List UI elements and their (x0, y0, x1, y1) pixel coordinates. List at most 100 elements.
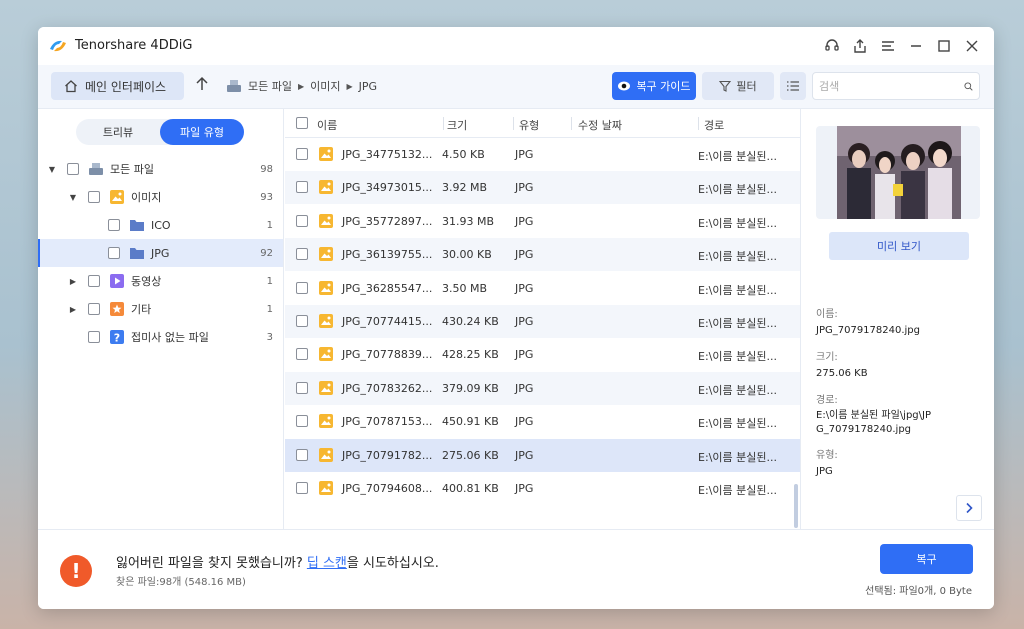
row-checkbox[interactable] (296, 315, 308, 327)
search-icon[interactable] (964, 80, 973, 93)
file-size: 379.09 KB (442, 381, 499, 395)
table-row[interactable]: JPG_70791782... 275.06 KB JPG E:\이름 분실된... (285, 438, 800, 472)
table-row[interactable]: JPG_70778839... 428.25 KB JPG E:\이름 분실된... (285, 338, 800, 371)
next-button[interactable] (956, 495, 982, 521)
tree-item-count: 98 (260, 163, 273, 175)
tree-item-jpg[interactable]: JPG 92 (38, 239, 283, 267)
column-header-size[interactable]: 크기 (447, 117, 467, 133)
row-checkbox[interactable] (296, 181, 308, 194)
deep-scan-link[interactable]: 딥 스캔 (307, 556, 347, 571)
table-row[interactable]: JPG_34973015... 3.92 MB JPG E:\이름 분실된... (285, 171, 800, 205)
tab-tree-view[interactable]: 트리뷰 (76, 119, 160, 145)
column-divider[interactable] (571, 117, 572, 130)
tree-item-ico[interactable]: ICO 1 (38, 211, 283, 239)
breadcrumb: 모든 파일 ▶ 이미지 ▶ JPG (226, 78, 377, 94)
column-header-name[interactable]: 이름 (317, 117, 337, 133)
up-arrow-icon[interactable] (195, 76, 209, 95)
file-type: JPG (515, 281, 534, 295)
preview-button[interactable]: 미리 보기 (829, 232, 969, 260)
recover-button[interactable]: 복구 (880, 544, 973, 574)
checkbox[interactable] (88, 331, 100, 343)
checkbox[interactable] (108, 247, 120, 259)
photo-thumbnail[interactable] (837, 126, 961, 219)
tab-file-type[interactable]: 파일 유형 (160, 119, 244, 145)
recovery-guide-button[interactable]: 복구 가이드 (612, 72, 696, 100)
search-input[interactable] (819, 79, 964, 93)
view-mode-toggle: 트리뷰 파일 유형 (76, 119, 244, 145)
expand-arrow-icon[interactable]: ▶ (68, 305, 78, 314)
support-icon[interactable] (822, 36, 842, 56)
table-row[interactable]: JPG_36285547... 3.50 MB JPG E:\이름 분실된... (285, 272, 800, 305)
tree-item-label: 기타 (131, 303, 152, 316)
list-view-button[interactable] (780, 72, 806, 100)
tree-item-no-extension[interactable]: ? 접미사 없는 파일 3 (38, 323, 283, 351)
row-checkbox[interactable] (296, 348, 308, 361)
minimize-icon[interactable] (906, 36, 926, 56)
table-row[interactable]: JPG_34775132... 4.50 KB JPG E:\이름 분실된... (285, 138, 800, 171)
column-divider[interactable] (698, 117, 699, 130)
collapse-arrow-icon[interactable]: ▼ (68, 193, 78, 202)
table-row[interactable]: JPG_70787153... 450.91 KB JPG E:\이름 분실된... (285, 405, 800, 438)
table-row[interactable]: JPG_70783262... 379.09 KB JPG E:\이름 분실된... (285, 371, 800, 405)
checkbox[interactable] (67, 163, 79, 175)
file-type: JPG (515, 381, 534, 395)
share-icon[interactable] (850, 36, 870, 56)
row-checkbox[interactable] (296, 281, 308, 294)
table-row[interactable]: JPG_70774415... 430.24 KB JPG E:\이름 분실된... (285, 305, 800, 338)
column-header-path[interactable]: 경로 (704, 117, 724, 133)
file-size: 430.24 KB (442, 315, 499, 328)
chevron-right-icon (966, 502, 973, 514)
warning-icon: ! (60, 555, 92, 587)
collapse-arrow-icon[interactable]: ▼ (47, 165, 57, 174)
row-checkbox[interactable] (296, 415, 308, 428)
checkbox[interactable] (88, 191, 100, 203)
row-checkbox[interactable] (296, 381, 308, 394)
app-window: Tenorshare 4DDiG 메인 인터페이스 모든 파일 ▶ 이미지 ▶ … (38, 27, 994, 609)
tree-item-count: 3 (266, 331, 273, 343)
file-size: 428.25 KB (442, 348, 499, 362)
home-button[interactable]: 메인 인터페이스 (51, 72, 184, 100)
file-path: E:\이름 분실된... (698, 450, 777, 464)
row-checkbox[interactable] (296, 482, 308, 494)
close-icon[interactable] (962, 36, 982, 56)
breadcrumb-item[interactable]: 모든 파일 (248, 78, 292, 94)
checkbox[interactable] (88, 303, 100, 315)
column-divider[interactable] (443, 117, 444, 130)
name-value: JPG_7079178240.jpg (816, 325, 921, 336)
tree-item-all-files[interactable]: ▼ 모든 파일 98 (38, 155, 283, 183)
breadcrumb-item[interactable]: JPG (359, 80, 377, 93)
file-name: JPG_36285547... (342, 281, 433, 295)
file-size: 3.50 MB (442, 281, 488, 295)
filter-icon (719, 80, 732, 92)
expand-arrow-icon[interactable]: ▶ (68, 277, 78, 286)
file-path: E:\이름 분실된... (698, 250, 777, 264)
table-row[interactable]: JPG_36139755... 30.00 KB JPG E:\이름 분실된... (285, 238, 800, 272)
row-checkbox[interactable] (296, 448, 308, 461)
maximize-icon[interactable] (934, 36, 954, 56)
file-name: JPG_70778839... (342, 348, 433, 362)
eye-icon (618, 81, 631, 91)
row-checkbox[interactable] (296, 214, 308, 227)
file-name: JPG_35772897... (342, 214, 433, 228)
tree-item-images[interactable]: ▼ 이미지 93 (38, 183, 283, 211)
tree-item-count: 1 (266, 303, 273, 315)
breadcrumb-item[interactable]: 이미지 (310, 78, 340, 94)
table-row[interactable]: JPG_35772897... 31.93 MB JPG E:\이름 분실된... (285, 205, 800, 238)
row-checkbox[interactable] (296, 148, 308, 160)
file-size: 400.81 KB (442, 482, 499, 495)
deep-scan-message: 잃어버린 파일을 찾지 못했습니까? 딥 스캔을 시도하십시오. (116, 552, 439, 571)
column-header-modified[interactable]: 수정 날짜 (578, 117, 622, 133)
select-all-checkbox[interactable] (296, 117, 308, 129)
menu-icon[interactable] (878, 36, 898, 56)
tree-item-video[interactable]: ▶ 동영상 1 (38, 267, 283, 295)
filter-button[interactable]: 필터 (702, 72, 774, 100)
row-checkbox[interactable] (296, 248, 308, 261)
scrollbar[interactable] (794, 484, 798, 528)
checkbox[interactable] (88, 275, 100, 287)
column-divider[interactable] (513, 117, 514, 130)
tree-item-other[interactable]: ▶ 기타 1 (38, 295, 283, 323)
checkbox[interactable] (108, 219, 120, 231)
column-header-type[interactable]: 유형 (519, 117, 539, 133)
table-row[interactable]: JPG_70794608... 400.81 KB JPG E:\이름 분실된... (285, 472, 800, 505)
path-value: E:\이름 분실된 파일\jpg\JPG_7079178240.jpg (816, 410, 932, 435)
